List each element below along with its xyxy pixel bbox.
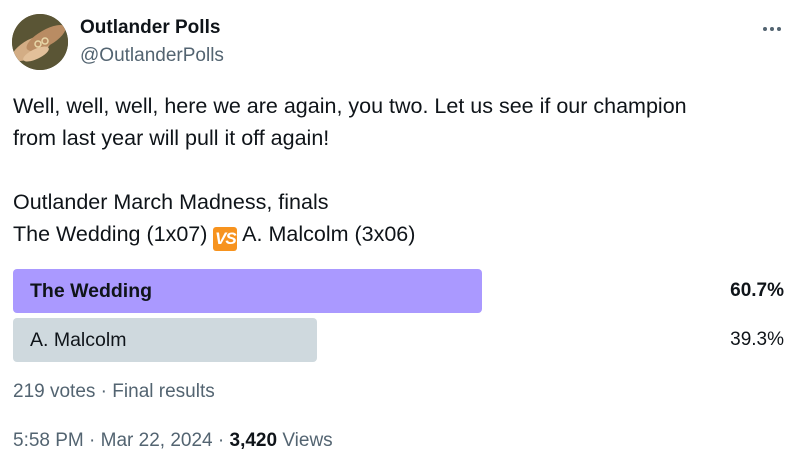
hands-with-rings-icon — [12, 14, 68, 70]
tweet-line: from last year will pull it off again! — [13, 126, 330, 150]
tweet-matchup-line: The Wedding (1x07) VS A. Malcolm (3x06) — [13, 218, 793, 251]
poll-option-winner: The Wedding 60.7% — [13, 269, 788, 313]
tweet-date-link[interactable]: Mar 22, 2024 — [101, 430, 213, 451]
tweet-timestamp: 5:58 PM · Mar 22, 2024 · 3,420 Views — [13, 429, 333, 453]
more-options-icon[interactable] — [756, 18, 788, 40]
author-handle[interactable]: @OutlanderPolls — [80, 45, 224, 67]
tweet-line: Well, well, well, here we are again, you… — [13, 94, 687, 118]
avatar[interactable] — [12, 14, 68, 70]
poll-option-label: The Wedding — [30, 280, 153, 302]
author-name[interactable]: Outlander Polls — [80, 17, 220, 39]
views-label: Views — [277, 430, 333, 451]
views-count[interactable]: 3,420 — [230, 430, 278, 451]
poll-votes: 219 votes — [13, 381, 96, 402]
poll-status: Final results — [112, 381, 215, 402]
matchup-second: A. Malcolm (3x06) — [237, 222, 416, 246]
poll-option-label: A. Malcolm — [30, 329, 127, 351]
poll-summary: 219 votes · Final results — [13, 380, 215, 404]
tweet-time-link[interactable]: 5:58 PM — [13, 430, 84, 451]
poll-option-percent: 39.3% — [730, 329, 784, 350]
separator: · — [95, 381, 113, 402]
separator: · — [83, 430, 101, 451]
tweet-line: Outlander March Madness, finals — [13, 190, 329, 214]
vs-emoji-icon: VS — [213, 227, 238, 251]
poll-option: A. Malcolm 39.3% — [13, 318, 788, 362]
poll-option-percent: 60.7% — [730, 280, 784, 301]
separator: · — [212, 430, 230, 451]
tweet-text: Well, well, well, here we are again, you… — [13, 90, 793, 251]
matchup-first: The Wedding (1x07) — [13, 222, 214, 246]
